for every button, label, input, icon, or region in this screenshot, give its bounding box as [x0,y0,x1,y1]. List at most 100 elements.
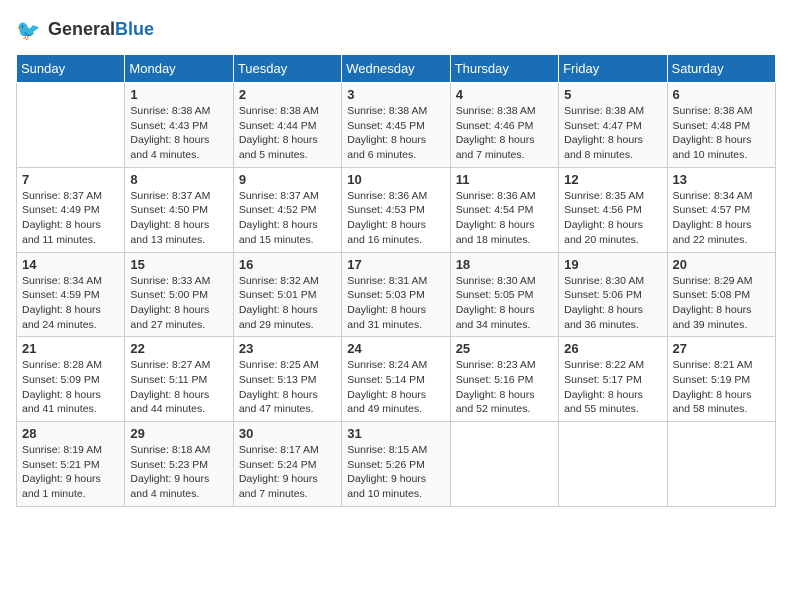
day-details: Sunrise: 8:35 AMSunset: 4:56 PMDaylight:… [564,189,661,248]
day-number: 13 [673,172,770,187]
calendar-cell: 25 Sunrise: 8:23 AMSunset: 5:16 PMDayligh… [450,337,558,422]
day-details: Sunrise: 8:25 AMSunset: 5:13 PMDaylight:… [239,358,336,417]
logo-text: GeneralBlue [48,20,154,40]
weekday-header-sunday: Sunday [17,55,125,83]
calendar-cell: 7 Sunrise: 8:37 AMSunset: 4:49 PMDaylight… [17,167,125,252]
day-details: Sunrise: 8:38 AMSunset: 4:48 PMDaylight:… [673,104,770,163]
day-details: Sunrise: 8:31 AMSunset: 5:03 PMDaylight:… [347,274,444,333]
calendar-cell: 3 Sunrise: 8:38 AMSunset: 4:45 PMDaylight… [342,83,450,168]
day-number: 2 [239,87,336,102]
day-details: Sunrise: 8:23 AMSunset: 5:16 PMDaylight:… [456,358,553,417]
calendar-cell: 24Sunrise: 8:24 AMSunset: 5:14 PMDayligh… [342,337,450,422]
day-details: Sunrise: 8:34 AMSunset: 4:59 PMDaylight:… [22,274,119,333]
calendar-cell: 20 Sunrise: 8:29 AMSunset: 5:08 PMDayligh… [667,252,775,337]
calendar-cell: 27Sunrise: 8:21 AMSunset: 5:19 PMDayligh… [667,337,775,422]
day-number: 30 [239,426,336,441]
day-details: Sunrise: 8:17 AMSunset: 5:24 PMDaylight:… [239,443,336,502]
calendar-cell: 22 Sunrise: 8:27 AMSunset: 5:11 PMDayligh… [125,337,233,422]
day-number: 3 [347,87,444,102]
day-number: 22 [130,341,227,356]
day-number: 1 [130,87,227,102]
day-details: Sunrise: 8:38 AMSunset: 4:47 PMDaylight:… [564,104,661,163]
weekday-header-wednesday: Wednesday [342,55,450,83]
calendar-cell: 14Sunrise: 8:34 AMSunset: 4:59 PMDayligh… [17,252,125,337]
day-details: Sunrise: 8:36 AMSunset: 4:54 PMDaylight:… [456,189,553,248]
calendar-cell: 31 Sunrise: 8:15 AMSunset: 5:26 PMDayligh… [342,422,450,507]
calendar-week-4: 21Sunrise: 8:28 AMSunset: 5:09 PMDayligh… [17,337,776,422]
page-header: 🐦 GeneralBlue [16,16,776,44]
day-details: Sunrise: 8:19 AMSunset: 5:21 PMDaylight:… [22,443,119,502]
weekday-header-thursday: Thursday [450,55,558,83]
calendar-header: SundayMondayTuesdayWednesdayThursdayFrid… [17,55,776,83]
day-details: Sunrise: 8:38 AMSunset: 4:45 PMDaylight:… [347,104,444,163]
calendar-week-5: 28 Sunrise: 8:19 AMSunset: 5:21 PMDayligh… [17,422,776,507]
calendar-cell: 1 Sunrise: 8:38 AMSunset: 4:43 PMDaylight… [125,83,233,168]
calendar-cell: 6 Sunrise: 8:38 AMSunset: 4:48 PMDaylight… [667,83,775,168]
calendar-body: 1 Sunrise: 8:38 AMSunset: 4:43 PMDaylight… [17,83,776,507]
day-details: Sunrise: 8:37 AMSunset: 4:49 PMDaylight:… [22,189,119,248]
weekday-header-monday: Monday [125,55,233,83]
day-number: 15 [130,257,227,272]
weekday-row: SundayMondayTuesdayWednesdayThursdayFrid… [17,55,776,83]
calendar-cell: 11 Sunrise: 8:36 AMSunset: 4:54 PMDayligh… [450,167,558,252]
day-number: 16 [239,257,336,272]
day-number: 10 [347,172,444,187]
calendar-cell: 19Sunrise: 8:30 AMSunset: 5:06 PMDayligh… [559,252,667,337]
day-number: 11 [456,172,553,187]
weekday-header-tuesday: Tuesday [233,55,341,83]
day-number: 24 [347,341,444,356]
day-number: 18 [456,257,553,272]
calendar-cell: 16Sunrise: 8:32 AMSunset: 5:01 PMDayligh… [233,252,341,337]
day-details: Sunrise: 8:15 AMSunset: 5:26 PMDaylight:… [347,443,444,502]
day-details: Sunrise: 8:18 AMSunset: 5:23 PMDaylight:… [130,443,227,502]
svg-text:🐦: 🐦 [16,20,40,42]
day-number: 7 [22,172,119,187]
day-details: Sunrise: 8:34 AMSunset: 4:57 PMDaylight:… [673,189,770,248]
calendar-table: SundayMondayTuesdayWednesdayThursdayFrid… [16,54,776,507]
calendar-cell: 2Sunrise: 8:38 AMSunset: 4:44 PMDaylight… [233,83,341,168]
calendar-cell: 21Sunrise: 8:28 AMSunset: 5:09 PMDayligh… [17,337,125,422]
day-details: Sunrise: 8:33 AMSunset: 5:00 PMDaylight:… [130,274,227,333]
day-details: Sunrise: 8:27 AMSunset: 5:11 PMDaylight:… [130,358,227,417]
day-number: 6 [673,87,770,102]
day-details: Sunrise: 8:29 AMSunset: 5:08 PMDaylight:… [673,274,770,333]
calendar-cell [450,422,558,507]
calendar-cell: 17 Sunrise: 8:31 AMSunset: 5:03 PMDayligh… [342,252,450,337]
calendar-cell [667,422,775,507]
day-number: 12 [564,172,661,187]
day-number: 17 [347,257,444,272]
calendar-week-2: 7 Sunrise: 8:37 AMSunset: 4:49 PMDaylight… [17,167,776,252]
calendar-cell [17,83,125,168]
calendar-week-3: 14Sunrise: 8:34 AMSunset: 4:59 PMDayligh… [17,252,776,337]
day-details: Sunrise: 8:30 AMSunset: 5:06 PMDaylight:… [564,274,661,333]
calendar-cell: 10 Sunrise: 8:36 AMSunset: 4:53 PMDayligh… [342,167,450,252]
day-details: Sunrise: 8:37 AMSunset: 4:52 PMDaylight:… [239,189,336,248]
calendar-cell: 30 Sunrise: 8:17 AMSunset: 5:24 PMDayligh… [233,422,341,507]
calendar-cell: 15 Sunrise: 8:33 AMSunset: 5:00 PMDayligh… [125,252,233,337]
calendar-cell [559,422,667,507]
day-details: Sunrise: 8:28 AMSunset: 5:09 PMDaylight:… [22,358,119,417]
day-details: Sunrise: 8:30 AMSunset: 5:05 PMDaylight:… [456,274,553,333]
day-number: 27 [673,341,770,356]
day-number: 8 [130,172,227,187]
calendar-cell: 29 Sunrise: 8:18 AMSunset: 5:23 PMDayligh… [125,422,233,507]
day-details: Sunrise: 8:36 AMSunset: 4:53 PMDaylight:… [347,189,444,248]
day-number: 26 [564,341,661,356]
calendar-cell: 5Sunrise: 8:38 AMSunset: 4:47 PMDaylight… [559,83,667,168]
day-details: Sunrise: 8:38 AMSunset: 4:43 PMDaylight:… [130,104,227,163]
calendar-cell: 12 Sunrise: 8:35 AMSunset: 4:56 PMDayligh… [559,167,667,252]
day-details: Sunrise: 8:37 AMSunset: 4:50 PMDaylight:… [130,189,227,248]
day-number: 28 [22,426,119,441]
day-number: 25 [456,341,553,356]
calendar-week-1: 1 Sunrise: 8:38 AMSunset: 4:43 PMDaylight… [17,83,776,168]
day-number: 31 [347,426,444,441]
calendar-cell: 18 Sunrise: 8:30 AMSunset: 5:05 PMDayligh… [450,252,558,337]
calendar-cell: 9Sunrise: 8:37 AMSunset: 4:52 PMDaylight… [233,167,341,252]
day-number: 29 [130,426,227,441]
calendar-cell: 8 Sunrise: 8:37 AMSunset: 4:50 PMDaylight… [125,167,233,252]
calendar-cell: 28 Sunrise: 8:19 AMSunset: 5:21 PMDayligh… [17,422,125,507]
weekday-header-friday: Friday [559,55,667,83]
day-number: 20 [673,257,770,272]
day-number: 4 [456,87,553,102]
calendar-cell: 13 Sunrise: 8:34 AMSunset: 4:57 PMDayligh… [667,167,775,252]
